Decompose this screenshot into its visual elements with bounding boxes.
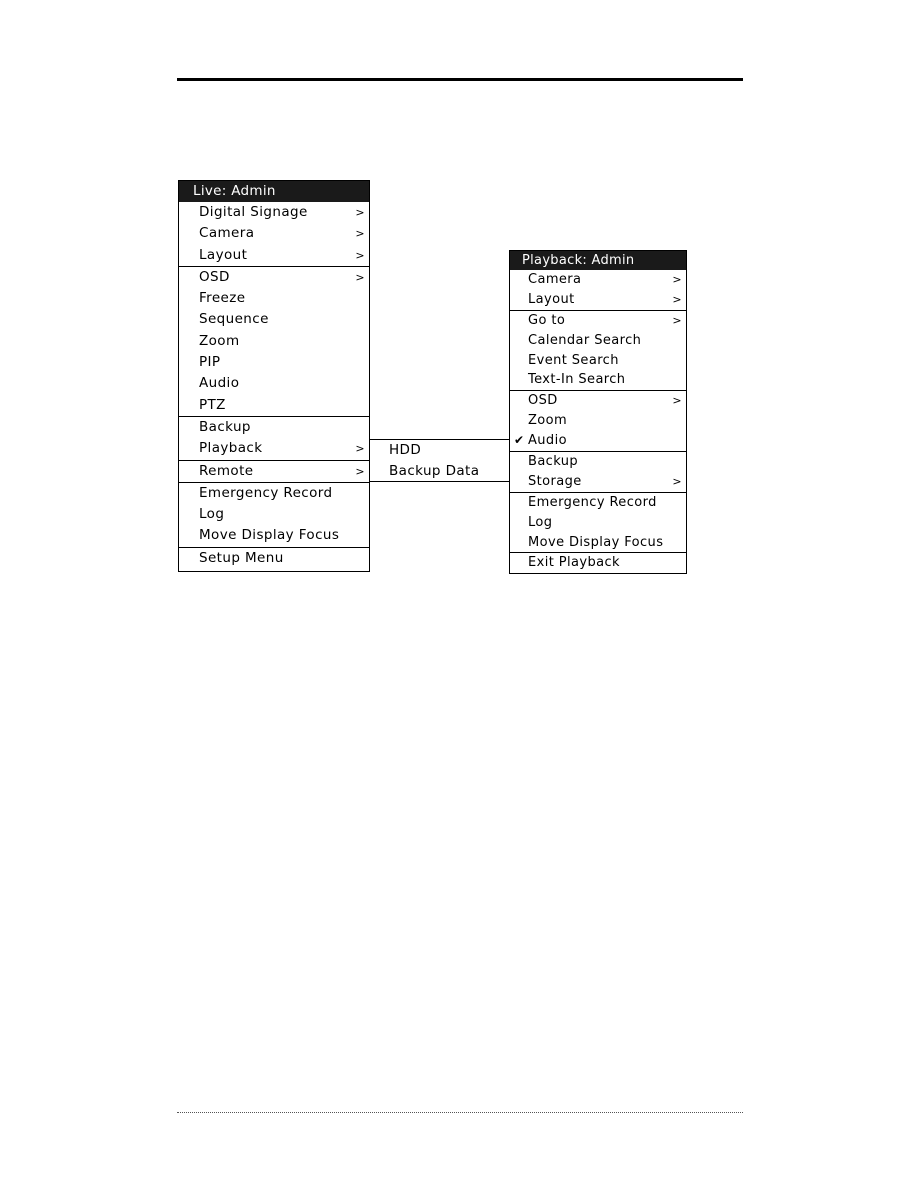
playback-menu-item-text-in-search[interactable]: Text-In Search: [510, 370, 686, 390]
live-menu-item-digital-signage[interactable]: Digital Signage >: [179, 202, 369, 223]
live-menu-section: Digital Signage > Camera > Layout >: [179, 202, 369, 266]
live-menu-item-zoom[interactable]: Zoom: [179, 331, 369, 352]
submenu-item-hdd[interactable]: HDD: [370, 440, 509, 461]
playback-menu-item-label: Event Search: [528, 352, 619, 368]
chevron-right-icon: >: [672, 313, 682, 327]
bottom-dotted-rule: [177, 1112, 743, 1113]
playback-menu-item-emergency-record[interactable]: Emergency Record: [510, 493, 686, 513]
submenu-item-backup-data[interactable]: Backup Data: [370, 461, 509, 482]
playback-menu-item-label: Text-In Search: [528, 372, 626, 388]
playback-menu-item-label: Go to: [528, 312, 566, 328]
live-menu-item-label: Log: [199, 506, 225, 523]
live-menu-item-label: Freeze: [199, 290, 246, 307]
playback-menu-item-camera[interactable]: Camera >: [510, 270, 686, 290]
playback-menu-item-label: Camera: [528, 272, 582, 287]
live-menu-section: Setup Menu: [179, 546, 369, 569]
playback-menu-item-calendar-search[interactable]: Calendar Search: [510, 331, 686, 351]
live-menu-item-remote[interactable]: Remote >: [179, 461, 369, 482]
live-menu-item-label: PTZ: [199, 396, 226, 413]
chevron-right-icon: >: [355, 270, 365, 284]
chevron-right-icon: >: [672, 394, 682, 408]
live-menu-item-label: Remote: [199, 462, 254, 479]
playback-menu-item-label: Emergency Record: [528, 494, 657, 510]
playback-menu-section: Backup Storage >: [510, 451, 686, 492]
playback-menu-item-event-search[interactable]: Event Search: [510, 351, 686, 371]
playback-menu-item-go-to[interactable]: Go to >: [510, 311, 686, 331]
playback-menu-item-label: Zoom: [528, 413, 568, 429]
live-menu: Live: Admin Digital Signage > Camera > Layou…: [178, 180, 370, 572]
live-menu-section: Emergency Record Log Move Display Focus: [179, 481, 369, 547]
playback-menu-item-label: Audio: [528, 433, 567, 449]
live-menu-section: OSD > Freeze Sequence Zoom PIP Audio PTZ: [179, 265, 369, 416]
playback-menu-item-label: Storage: [528, 473, 582, 489]
playback-menu-item-audio[interactable]: ✔ Audio: [510, 431, 686, 451]
chevron-right-icon: >: [672, 273, 682, 286]
live-menu-item-camera[interactable]: Camera >: [179, 223, 369, 244]
playback-menu: Playback: Admin Camera > Layout > Go to > Cale…: [509, 250, 687, 574]
top-rule: [177, 78, 743, 81]
playback-menu-items: Camera > Layout > Go to > Calendar Search Event…: [510, 270, 686, 573]
chevron-right-icon: >: [355, 206, 365, 219]
chevron-right-icon: >: [355, 464, 365, 478]
live-menu-item-audio[interactable]: Audio: [179, 373, 369, 394]
live-menu-item-pip[interactable]: PIP: [179, 352, 369, 373]
live-menu-item-label: Backup: [199, 418, 251, 435]
playback-menu-item-backup[interactable]: Backup: [510, 452, 686, 472]
playback-menu-item-log[interactable]: Log: [510, 513, 686, 533]
live-menu-item-move-display-focus[interactable]: Move Display Focus: [179, 525, 369, 546]
playback-menu-item-osd[interactable]: OSD >: [510, 391, 686, 411]
playback-menu-item-exit-playback[interactable]: Exit Playback: [510, 553, 686, 573]
playback-menu-item-label: Exit Playback: [528, 555, 620, 571]
live-menu-title: Live: Admin: [179, 181, 369, 202]
playback-menu-section: OSD > Zoom ✔ Audio: [510, 390, 686, 451]
playback-menu-item-label: Move Display Focus: [528, 534, 664, 550]
playback-menu-item-zoom[interactable]: Zoom: [510, 411, 686, 431]
playback-menu-title: Playback: Admin: [510, 251, 686, 270]
live-menu-item-label: Move Display Focus: [199, 527, 340, 544]
live-menu-item-label: Setup Menu: [199, 549, 284, 566]
live-menu-item-label: Emergency Record: [199, 484, 333, 501]
chevron-right-icon: >: [355, 442, 365, 456]
live-menu-item-label: Digital Signage: [199, 204, 308, 220]
live-menu-item-backup[interactable]: Backup: [179, 417, 369, 438]
live-menu-item-playback[interactable]: Playback >: [179, 438, 369, 459]
live-menu-items: Digital Signage > Camera > Layout > OSD > Freeze…: [179, 202, 369, 569]
chevron-right-icon: >: [672, 474, 682, 488]
chevron-right-icon: >: [355, 227, 365, 241]
live-menu-item-label: OSD: [199, 268, 230, 285]
live-menu-item-label: Sequence: [199, 311, 269, 328]
live-menu-item-osd[interactable]: OSD >: [179, 267, 369, 288]
live-menu-section: Backup Playback >: [179, 415, 369, 460]
playback-menu-section: Go to > Calendar Search Event Search Text-In…: [510, 309, 686, 391]
live-menu-item-layout[interactable]: Layout >: [179, 245, 369, 266]
live-menu-item-freeze[interactable]: Freeze: [179, 288, 369, 309]
live-menu-item-label: Layout: [199, 246, 248, 263]
playback-menu-section: Exit Playback: [510, 552, 686, 573]
chevron-right-icon: >: [672, 292, 682, 306]
live-menu-item-sequence[interactable]: Sequence: [179, 309, 369, 330]
playback-menu-item-label: Calendar Search: [528, 332, 642, 348]
playback-menu-item-label: Backup: [528, 454, 579, 470]
playback-submenu: HDD Backup Data: [370, 439, 510, 482]
live-menu-item-label: PIP: [199, 354, 221, 371]
live-menu-section: Remote >: [179, 459, 369, 482]
live-menu-item-label: Camera: [199, 225, 255, 242]
playback-menu-item-layout[interactable]: Layout >: [510, 290, 686, 310]
live-menu-item-label: Zoom: [199, 332, 240, 349]
live-menu-item-log[interactable]: Log: [179, 504, 369, 525]
playback-menu-item-storage[interactable]: Storage >: [510, 472, 686, 492]
playback-menu-section: Camera > Layout >: [510, 270, 686, 310]
live-menu-item-label: Audio: [199, 375, 240, 392]
playback-menu-item-label: Layout: [528, 291, 575, 307]
playback-menu-item-move-display-focus[interactable]: Move Display Focus: [510, 533, 686, 553]
playback-menu-item-label: Log: [528, 514, 553, 530]
chevron-right-icon: >: [355, 248, 365, 262]
playback-menu-item-label: OSD: [528, 393, 558, 409]
playback-menu-section: Emergency Record Log Move Display Focus: [510, 491, 686, 553]
live-menu-item-emergency-record[interactable]: Emergency Record: [179, 483, 369, 504]
live-menu-item-ptz[interactable]: PTZ: [179, 395, 369, 416]
live-menu-item-setup-menu[interactable]: Setup Menu: [179, 548, 369, 569]
check-icon: ✔: [514, 433, 525, 448]
live-menu-item-label: Playback: [199, 440, 263, 457]
